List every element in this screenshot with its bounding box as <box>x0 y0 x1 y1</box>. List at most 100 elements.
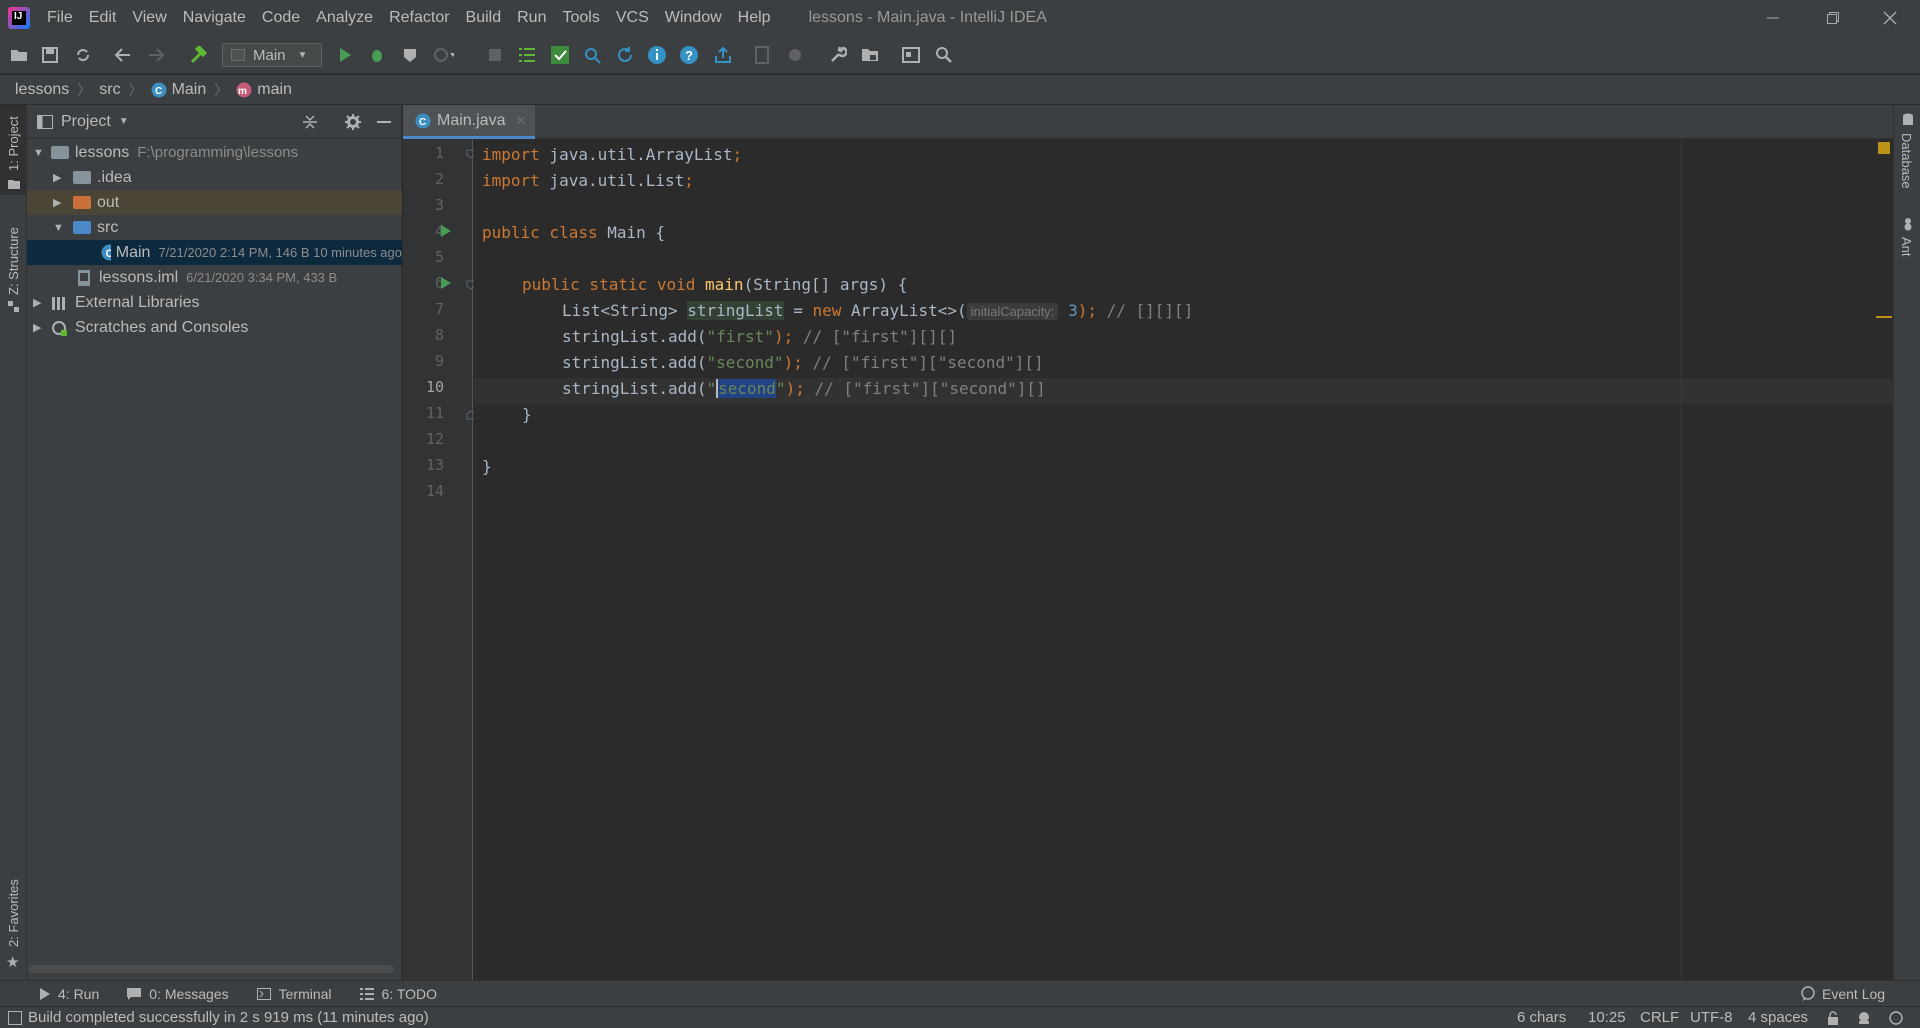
search-structure-icon[interactable] <box>582 45 602 65</box>
restore-button[interactable] <box>1805 0 1861 36</box>
commit-check-icon[interactable] <box>550 45 570 65</box>
todo-tool-tab[interactable]: 6: TODO <box>359 986 437 1002</box>
line-number-current: 10 <box>425 378 444 396</box>
horizontal-scrollbar[interactable] <box>29 965 394 973</box>
settings-wrench-icon[interactable] <box>828 45 848 65</box>
back-arrow-icon[interactable] <box>113 45 133 65</box>
menu-code[interactable]: Code <box>254 0 308 36</box>
favorites-tool-label: 2: Favorites <box>6 879 21 947</box>
event-log-label: Event Log <box>1822 985 1886 1002</box>
collapsed-arrow-icon[interactable]: ▶ <box>33 296 45 309</box>
presentation-icon[interactable] <box>901 45 921 65</box>
line-number: 8 <box>434 326 444 344</box>
device-icon[interactable] <box>752 45 772 65</box>
tree-item-lessons-iml[interactable]: lessons.iml 6/21/2020 3:34 PM, 433 B <box>27 265 402 290</box>
menu-view[interactable]: View <box>124 0 174 36</box>
hide-panel-icon[interactable] <box>377 121 391 123</box>
breadcrumb-method[interactable]: m main <box>236 81 292 99</box>
tree-item-external-libraries[interactable]: ▶ External Libraries <box>27 290 402 315</box>
expanded-arrow-icon[interactable]: ▼ <box>53 222 65 234</box>
breadcrumb-folder[interactable]: src <box>99 81 120 99</box>
menu-refactor[interactable]: Refactor <box>381 0 457 36</box>
left-tool-window-strip: 1: Project Z: Structure 2: Favorites ★ <box>0 105 27 980</box>
run-gutter-icon[interactable] <box>441 225 451 237</box>
run-configuration-select[interactable]: Main ▼ <box>222 43 322 67</box>
toggle-tool-windows-icon[interactable] <box>8 1010 22 1025</box>
menu-vcs[interactable]: VCS <box>608 0 657 36</box>
coverage-icon[interactable] <box>400 45 420 65</box>
breadcrumb-project[interactable]: lessons <box>15 81 69 99</box>
collapse-all-icon[interactable] <box>303 114 317 130</box>
database-tool-button[interactable]: Database <box>1894 113 1920 203</box>
forward-arrow-icon[interactable] <box>146 45 166 65</box>
sync-icon[interactable] <box>73 45 93 65</box>
sdk-icon[interactable] <box>785 45 805 65</box>
tab-main-java[interactable]: C Main.java ✕ <box>403 105 535 139</box>
indent-setting[interactable]: 4 spaces <box>1748 1009 1808 1026</box>
terminal-tool-tab[interactable]: Terminal <box>256 986 332 1002</box>
list-icon[interactable] <box>517 45 537 65</box>
help-icon[interactable]: ? <box>679 45 699 65</box>
caret-position[interactable]: 10:25 <box>1588 1009 1626 1026</box>
menu-bar: IJ File Edit View Navigate Code Analyze … <box>0 0 1920 36</box>
status-message[interactable]: Build completed successfully in 2 s 919 … <box>28 1009 429 1026</box>
chevron-down-icon[interactable]: ▼ <box>119 116 129 127</box>
gear-icon[interactable] <box>345 114 361 130</box>
breadcrumb-class[interactable]: C Main <box>151 81 206 99</box>
favorites-tool-button[interactable]: 2: Favorites ★ <box>0 865 27 975</box>
structure-tool-button[interactable]: Z: Structure <box>0 215 27 315</box>
save-icon[interactable] <box>40 45 60 65</box>
event-log-tab[interactable]: Event Log <box>1800 986 1885 1002</box>
menu-navigate[interactable]: Navigate <box>175 0 254 36</box>
line-separator[interactable]: CRLF <box>1640 1009 1679 1026</box>
minimize-button[interactable] <box>1745 0 1801 36</box>
collapsed-arrow-icon[interactable]: ▶ <box>53 196 65 209</box>
inspector-icon[interactable] <box>1856 1011 1872 1025</box>
stop-icon[interactable] <box>485 45 505 65</box>
debug-icon[interactable] <box>367 45 387 65</box>
code-editor[interactable]: import java.util.ArrayList; import java.… <box>474 140 1893 980</box>
profile-icon[interactable] <box>434 45 454 65</box>
tree-item-src[interactable]: ▼ src <box>27 215 402 240</box>
close-window-button[interactable] <box>1862 0 1918 36</box>
menu-tools[interactable]: Tools <box>554 0 607 36</box>
expanded-arrow-icon[interactable]: ▼ <box>33 147 45 159</box>
code-line-8: stringList.add("first"); // ["first"][][… <box>562 327 957 346</box>
search-icon[interactable] <box>934 45 954 65</box>
tree-item-path: F:\programming\lessons <box>137 144 299 161</box>
tree-item-lessons[interactable]: ▼ lessons F:\programming\lessons <box>27 140 402 165</box>
tree-item-idea[interactable]: ▶ .idea <box>27 165 402 190</box>
warning-indicator-icon[interactable] <box>1878 142 1890 154</box>
build-hammer-icon[interactable] <box>188 45 208 65</box>
menu-window[interactable]: Window <box>657 0 730 36</box>
collapsed-arrow-icon[interactable]: ▶ <box>33 321 45 334</box>
run-gutter-icon[interactable] <box>441 277 451 289</box>
file-encoding[interactable]: UTF-8 <box>1690 1009 1733 1026</box>
messages-tool-tab[interactable]: 0: Messages <box>127 986 229 1002</box>
star-icon: ★ <box>6 954 20 971</box>
tree-item-out[interactable]: ▶ out <box>27 190 402 215</box>
menu-edit[interactable]: Edit <box>81 0 125 36</box>
open-folder-icon[interactable] <box>9 45 29 65</box>
close-tab-icon[interactable]: ✕ <box>515 113 526 129</box>
menu-run[interactable]: Run <box>509 0 554 36</box>
collapsed-arrow-icon[interactable]: ▶ <box>53 171 65 184</box>
run-icon[interactable] <box>335 45 355 65</box>
lock-icon[interactable] <box>1826 1011 1840 1025</box>
menu-file[interactable]: File <box>39 0 81 36</box>
info-icon[interactable] <box>647 45 667 65</box>
project-tool-button[interactable]: 1: Project <box>0 105 27 195</box>
ant-tool-button[interactable]: Ant <box>1894 217 1920 277</box>
menu-help[interactable]: Help <box>730 0 779 36</box>
run-tool-tab[interactable]: 4: Run <box>40 986 99 1002</box>
upload-icon[interactable] <box>713 45 733 65</box>
error-stripe-marker[interactable] <box>1876 316 1892 318</box>
notifications-icon[interactable] <box>1888 1011 1904 1025</box>
update-icon[interactable] <box>615 45 635 65</box>
project-panel-title[interactable]: Project <box>61 113 111 131</box>
tree-item-scratches[interactable]: ▶ Scratches and Consoles <box>27 315 402 340</box>
project-structure-icon[interactable] <box>860 45 880 65</box>
menu-build[interactable]: Build <box>458 0 510 36</box>
tree-item-main[interactable]: C Main 7/21/2020 2:14 PM, 146 B 10 minut… <box>27 240 402 265</box>
menu-analyze[interactable]: Analyze <box>308 0 381 36</box>
